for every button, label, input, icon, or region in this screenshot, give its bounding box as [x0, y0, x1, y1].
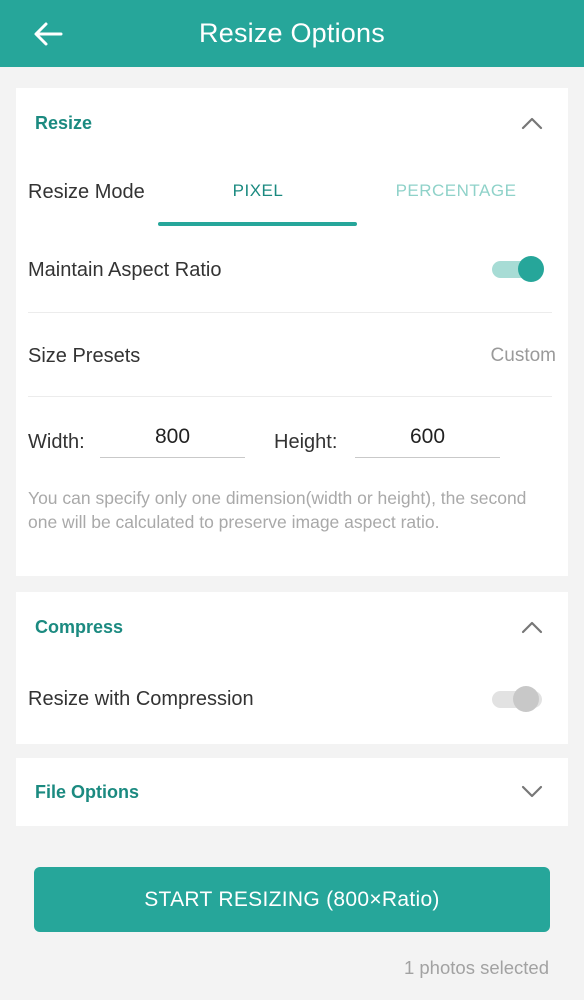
chevron-down-icon[interactable] — [518, 778, 546, 806]
active-tab-indicator — [158, 222, 357, 226]
tab-percentage[interactable]: PERCENTAGE — [357, 172, 555, 228]
size-presets-label: Size Presets — [28, 345, 141, 367]
compress-section-header[interactable]: Compress — [16, 592, 568, 662]
arrow-left-icon — [34, 22, 63, 46]
compression-label: Resize with Compression — [28, 688, 254, 710]
chevron-up-icon[interactable] — [518, 613, 546, 641]
width-input[interactable]: 800 — [100, 418, 245, 458]
compress-section-title: Compress — [35, 616, 124, 637]
compression-toggle[interactable] — [490, 684, 544, 714]
file-options-header[interactable]: File Options — [16, 758, 568, 826]
file-options-card: File Options — [16, 758, 568, 826]
resize-section-header[interactable]: Resize — [16, 88, 568, 158]
tab-pixel[interactable]: PIXEL — [159, 172, 357, 228]
width-label: Width: — [28, 431, 85, 453]
toggle-knob — [513, 686, 539, 712]
height-input[interactable]: 600 — [355, 418, 500, 458]
resize-card: Resize Resize Mode PIXEL PERCENTAGE Main… — [16, 88, 568, 576]
dimension-hint: You can specify only one dimension(width… — [28, 488, 527, 532]
toggle-knob — [518, 256, 544, 282]
resize-mode-label: Resize Mode — [28, 181, 145, 203]
file-options-title: File Options — [35, 781, 140, 802]
size-presets-value[interactable]: Custom — [491, 345, 556, 367]
aspect-ratio-label: Maintain Aspect Ratio — [28, 259, 222, 281]
page-title: Resize Options — [199, 18, 385, 48]
aspect-ratio-toggle[interactable] — [490, 254, 544, 284]
back-button[interactable] — [30, 16, 66, 52]
start-resizing-button[interactable]: START RESIZING (800×Ratio) — [34, 867, 550, 932]
selected-count: 1 photos selected — [403, 957, 549, 978]
divider — [28, 312, 552, 313]
compress-card: Compress Resize with Compression — [16, 592, 568, 744]
chevron-up-icon[interactable] — [518, 109, 546, 137]
resize-section-title: Resize — [35, 112, 93, 133]
height-label: Height: — [274, 431, 338, 453]
app-bar: Resize Options — [0, 0, 584, 67]
divider — [28, 396, 552, 397]
